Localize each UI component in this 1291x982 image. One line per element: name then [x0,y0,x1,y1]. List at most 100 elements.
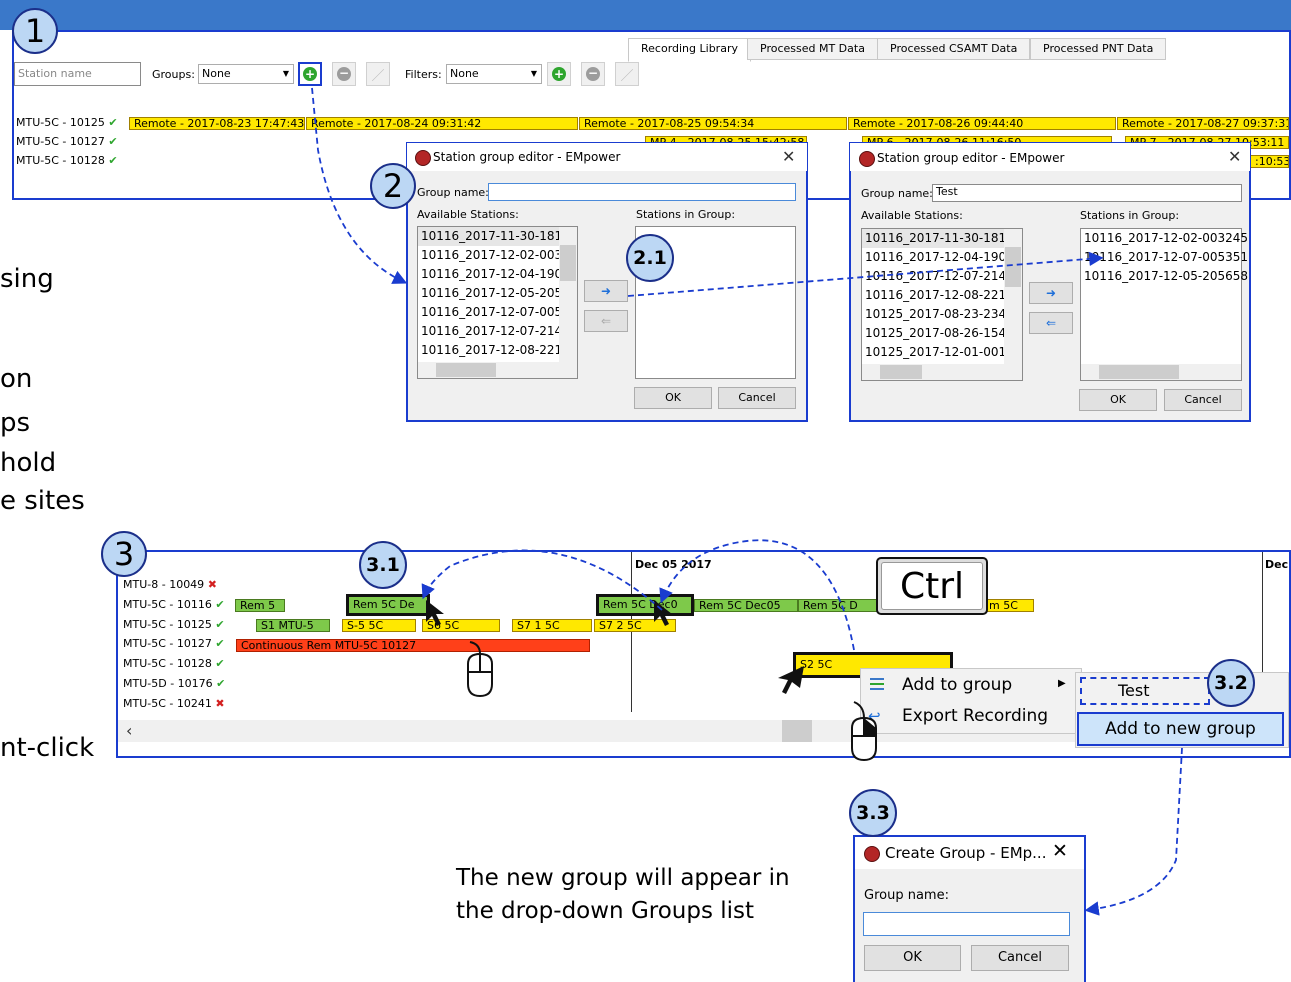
submenu-item-test[interactable]: Test [1080,677,1210,705]
station-row-label[interactable]: MTU-5C - 10128 ✔ [16,154,118,167]
timeline-bar[interactable]: S7 1 5C [512,619,592,632]
move-right-button[interactable]: ➜ [584,280,628,302]
scrollbar-thumb[interactable] [436,363,496,377]
close-icon[interactable]: ✕ [782,147,795,166]
cancel-button[interactable]: Cancel [718,387,796,409]
edit-group-button[interactable]: ／ [366,62,390,86]
timeline-bar[interactable]: Rem 5C Dec0 [596,594,694,616]
list-item[interactable]: 10116_2017-12-04-1907 [418,265,577,284]
available-stations-list[interactable]: 10116_2017-11-30-1813 10116_2017-12-04-19… [861,228,1023,381]
list-item[interactable]: 10116_2017-12-04-1907 [862,248,1022,267]
list-item[interactable]: 10116_2017-12-05-205658 [1081,267,1248,286]
tab-processed-mt-data[interactable]: Processed MT Data [747,38,878,60]
station-row-label[interactable]: MTU-5C - 10125 ✔ [16,116,118,129]
recording-bar[interactable]: :10:53 [1250,155,1289,168]
station-row-label[interactable]: MTU-5C - 10127 ✔ [123,637,225,650]
horizontal-scrollbar[interactable] [418,362,577,378]
list-item[interactable]: 10116_2017-12-07-2142 [418,322,577,341]
list-item[interactable]: 10116_2017-12-02-0032 [418,246,577,265]
timeline-bar[interactable]: m 5C [984,599,1034,612]
add-group-button[interactable]: + [298,62,322,86]
station-row-label[interactable]: MTU-5C - 10127 ✔ [16,135,118,148]
scrollbar-thumb[interactable] [1099,365,1179,379]
list-item[interactable]: 10116_2017-12-08-2216 [418,341,577,360]
add-filter-button[interactable]: + [547,62,571,86]
menu-item-add-to-group[interactable]: Add to group [902,675,1012,695]
scrollbar-thumb[interactable] [782,720,812,742]
filters-select[interactable]: None ▼ [446,64,542,84]
list-item[interactable]: 10125_2017-12-01-0011 [862,343,1022,362]
group-name-input[interactable] [488,183,796,201]
timeline-bar[interactable]: S1 MTU-5 [256,619,330,632]
scrollbar-thumb[interactable] [560,245,576,281]
remove-filter-button[interactable]: − [581,62,605,86]
step-3-2-badge: 3.2 [1207,659,1255,707]
list-item[interactable]: 10116_2017-12-05-2056 [418,284,577,303]
list-item[interactable]: 10125_2017-08-26-1544 [862,324,1022,343]
list-item[interactable]: 10125_2017-08-23-2347 [862,305,1022,324]
list-item[interactable]: 10116_2017-12-07-0053 [418,303,577,322]
vertical-scrollbar[interactable] [1004,229,1022,364]
scrollbar-thumb[interactable] [880,365,922,379]
cancel-button[interactable]: Cancel [971,945,1069,971]
list-item[interactable]: 10116_2017-11-30-1813 [862,229,1022,248]
list-item[interactable]: 10116_2017-12-07-2142 [862,267,1022,286]
groups-select[interactable]: None ▼ [198,64,294,84]
edit-filter-button[interactable]: ／ [615,62,639,86]
horizontal-scrollbar[interactable] [862,364,1022,380]
available-stations-list[interactable]: 10116_2017-11-30-1813 10116_2017-12-02-00… [417,226,578,379]
recording-bar[interactable]: Remote - 2017-08-26 09:44:40 [848,117,1116,130]
move-left-button[interactable]: ⇐ [1029,312,1073,334]
timeline-bar[interactable]: S-5 5C [342,619,416,632]
check-icon: ✔ [108,154,118,167]
timeline-bar[interactable]: Rem 5C Dec05 [694,599,798,612]
station-row-label[interactable]: MTU-5C - 10125 ✔ [123,618,225,631]
move-right-button[interactable]: ➜ [1029,282,1073,304]
stations-in-group-list[interactable]: 10116_2017-12-02-003245 10116_2017-12-07-… [1080,228,1248,381]
list-item[interactable]: 10116_2017-11-30-1813 [418,227,577,246]
timeline-bar[interactable]: Rem 5C D [798,599,878,612]
move-left-button[interactable]: ⇐ [584,310,628,332]
group-name-label: Group name: [861,187,933,200]
list-item[interactable]: 10116_2017-12-08-2216 [862,286,1022,305]
cursor-arrow-icon [654,600,672,626]
chevron-left-icon[interactable]: ‹ [126,721,132,740]
remove-group-button[interactable]: − [332,62,356,86]
timeline-bar[interactable]: Rem 5 [235,599,285,612]
scrollbar-thumb[interactable] [1005,247,1021,287]
station-row-label[interactable]: MTU-5C - 10116 ✔ [123,598,225,611]
tab-processed-pnt-data[interactable]: Processed PNT Data [1030,38,1167,60]
ok-button[interactable]: OK [634,387,712,409]
group-name-input[interactable]: Test [932,184,1242,202]
group-name-input[interactable] [863,912,1070,936]
recording-bar[interactable]: Remote - 2017-08-25 09:54:34 [579,117,847,130]
ok-button[interactable]: OK [864,945,961,971]
close-icon[interactable]: ✕ [1052,840,1068,862]
menu-item-export-recording[interactable]: Export Recording [902,706,1048,726]
recording-bar[interactable]: Remote - 2017-08-24 09:31:42 [306,117,578,130]
station-name-input[interactable]: Station name [14,62,141,86]
submenu-item-label: Test [1118,681,1150,700]
station-row-label[interactable]: MTU-5D - 10176 ✔ [123,677,225,690]
horizontal-scrollbar[interactable] [1081,364,1241,380]
timeline-bar[interactable]: Continuous Rem MTU-5C 10127 [236,639,590,652]
row-label-text: MTU-5C - 10128 [16,154,105,167]
dialog-title: Create Group - EMp... [885,844,1047,862]
station-row-label[interactable]: MTU-5C - 10128 ✔ [123,657,225,670]
recording-bar[interactable]: Remote - 2017-08-23 17:47:43 [129,117,305,130]
cancel-button[interactable]: Cancel [1164,389,1242,411]
ok-button[interactable]: OK [1079,389,1157,411]
list-item[interactable]: 10116_2017-12-07-005351 [1081,248,1248,267]
tab-recording-library[interactable]: Recording Library [628,38,751,62]
tab-processed-csamt-data[interactable]: Processed CSAMT Data [877,38,1031,60]
station-row-label[interactable]: MTU-8 - 10049 ✖ [123,578,217,591]
list-item[interactable]: 10116_2017-12-02-003245 [1081,229,1248,248]
submenu-item-add-to-new-group[interactable]: Add to new group [1077,712,1284,746]
vertical-scrollbar[interactable] [559,227,577,362]
close-icon[interactable]: ✕ [1228,147,1241,166]
recording-bar[interactable]: Remote - 2017-08-27 09:37:31 [1117,117,1289,130]
app-logo-icon [859,151,875,167]
ctrl-key-icon: Ctrl [876,557,988,615]
station-row-label[interactable]: MTU-5C - 10241 ✖ [123,697,225,710]
timeline-bar[interactable]: Rem 5C De [346,594,430,616]
